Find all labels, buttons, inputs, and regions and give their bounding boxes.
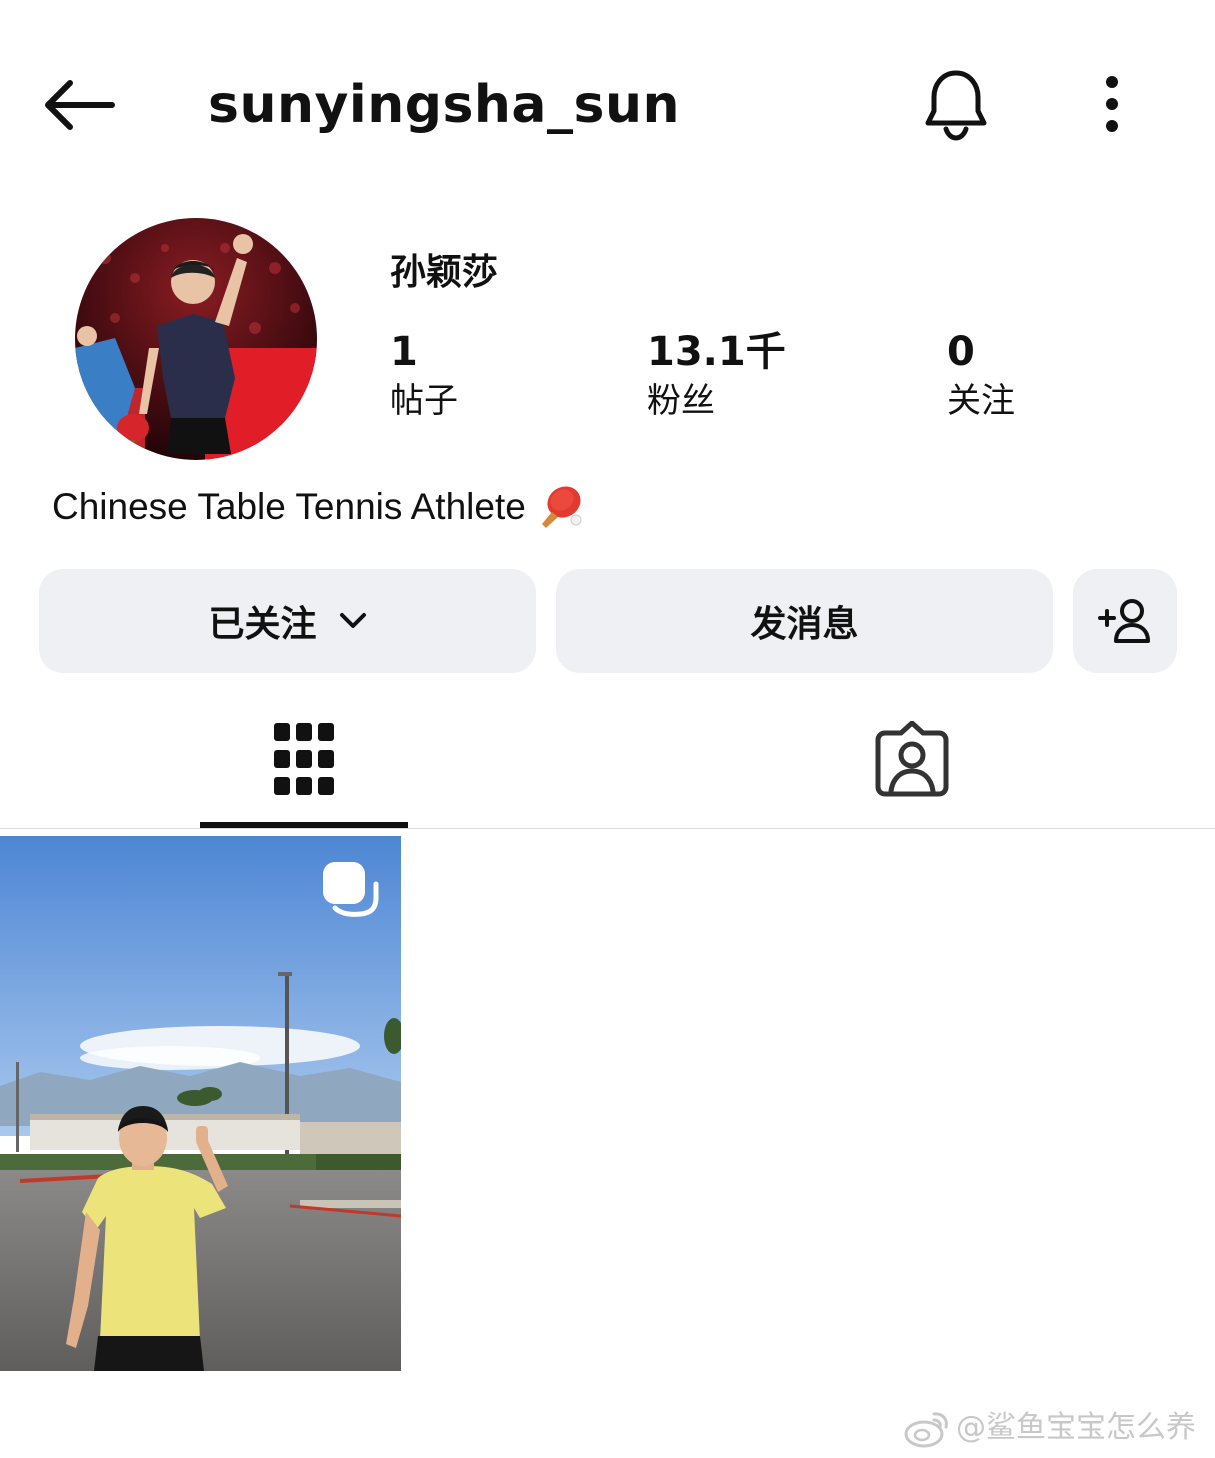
post-thumbnail[interactable]	[0, 836, 401, 1371]
tab-posts-grid[interactable]	[200, 690, 408, 828]
notifications-button[interactable]	[916, 62, 996, 146]
grid-icon	[274, 723, 334, 795]
more-options-button[interactable]	[1088, 68, 1136, 140]
watermark: @鲨鱼宝宝怎么养	[904, 1404, 1196, 1452]
posts-count-value: 1	[390, 329, 418, 375]
weibo-icon	[904, 1412, 948, 1448]
avatar[interactable]	[75, 218, 317, 460]
add-user-button[interactable]	[1073, 569, 1177, 673]
message-button-label: 发消息	[750, 604, 859, 645]
posts-count[interactable]: 1 帖子	[390, 328, 458, 424]
followers-count-value: 13.1千	[647, 329, 786, 375]
chevron-down-icon	[339, 612, 367, 630]
following-button[interactable]: 已关注	[39, 569, 536, 673]
back-button[interactable]	[36, 70, 120, 140]
followers-count-label: 粉丝	[647, 381, 715, 421]
tab-tagged[interactable]	[808, 690, 1016, 828]
more-vertical-icon	[1106, 76, 1118, 132]
message-button[interactable]: 发消息	[556, 569, 1053, 673]
posts-count-label: 帖子	[390, 381, 458, 421]
top-bar: sunyingsha_sun	[0, 0, 1215, 200]
add-person-icon	[1098, 599, 1150, 643]
profile-username: sunyingsha_sun	[208, 75, 681, 135]
ping-pong-paddle-icon	[541, 486, 582, 528]
bio: Chinese Table Tennis Athlete	[52, 482, 584, 532]
following-count-label: 关注	[947, 381, 1015, 421]
following-button-label: 已关注	[208, 604, 317, 645]
carousel-icon	[323, 862, 379, 917]
bell-icon	[925, 70, 987, 141]
following-count[interactable]: 0 关注	[947, 328, 1015, 424]
tabs-divider	[0, 828, 1215, 829]
watermark-text: @鲨鱼宝宝怎么养	[956, 1410, 1196, 1445]
profile-photo	[75, 218, 317, 460]
followers-count[interactable]: 13.1千 粉丝	[647, 328, 786, 424]
tagged-person-icon	[875, 721, 949, 797]
arrow-left-icon	[45, 80, 115, 130]
bio-text: Chinese Table Tennis Athlete	[52, 486, 526, 527]
following-count-value: 0	[947, 329, 975, 375]
display-name: 孙颖莎	[390, 252, 499, 293]
